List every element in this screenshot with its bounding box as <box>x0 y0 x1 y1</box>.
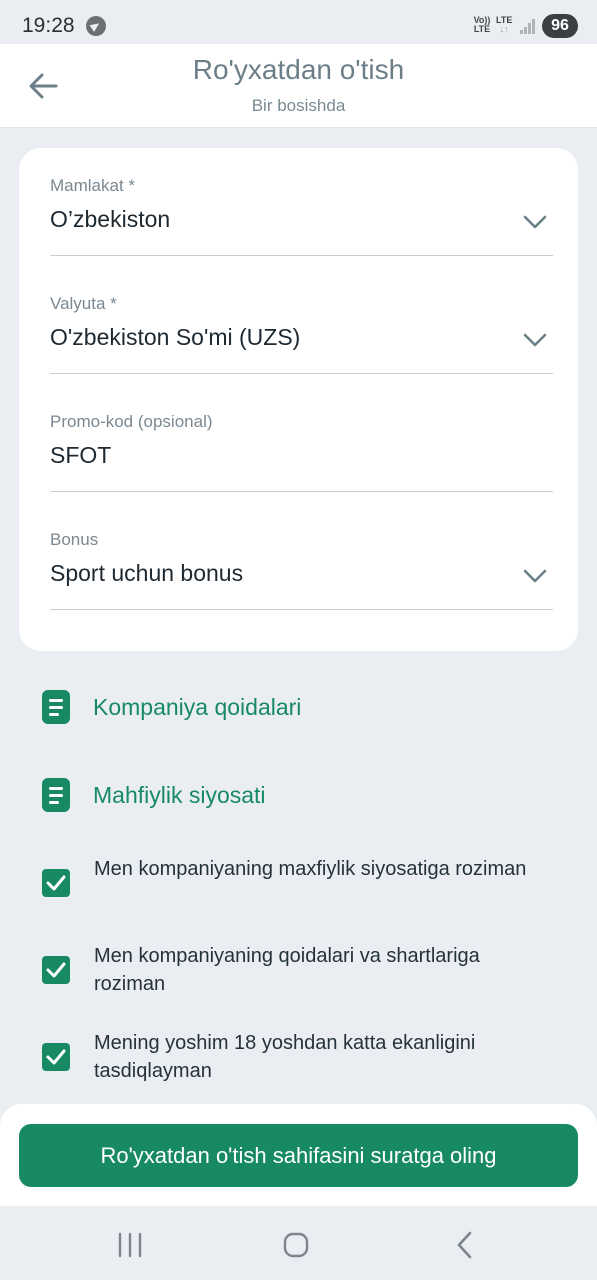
chevron-down-icon <box>523 333 547 347</box>
system-navigation-bar <box>0 1206 597 1280</box>
chevron-down-icon <box>523 215 547 229</box>
checkmark-icon <box>46 1049 66 1065</box>
agree-privacy-text: Men kompaniyaning maxfiylik siyosatiga r… <box>94 858 527 880</box>
recent-apps-button[interactable] <box>115 1230 145 1260</box>
page-title: Ro'yxatdan o'tish <box>192 54 405 85</box>
document-icon <box>42 778 70 812</box>
page-subtitle: Bir bosishda <box>251 96 346 115</box>
currency-value: O'zbekiston So'mi (UZS) <box>50 324 301 350</box>
country-value: O’zbekiston <box>50 206 171 232</box>
navigation-status-icon <box>86 16 106 36</box>
data-arrows-icon: ↓↑ <box>499 24 509 34</box>
privacy-policy-label: Mahfiylik siyosati <box>93 782 266 808</box>
country-select[interactable]: Mamlakat * O’zbekiston <box>50 176 553 256</box>
bonus-value: Sport uchun bonus <box>50 560 244 586</box>
currency-select[interactable]: Valyuta * O'zbekiston So'mi (UZS) <box>50 294 553 374</box>
bonus-label: Bonus <box>50 530 99 549</box>
country-label: Mamlakat * <box>50 176 136 195</box>
recent-apps-icon <box>118 1232 142 1258</box>
checkmark-icon <box>46 875 66 891</box>
signal-icon <box>520 18 538 34</box>
agree-terms-checkbox[interactable] <box>42 956 70 984</box>
checkmark-icon <box>46 962 66 978</box>
document-icon <box>42 690 70 724</box>
home-icon <box>283 1232 309 1258</box>
registration-form-card: Mamlakat * O’zbekiston Valyuta * O'zbeki… <box>19 148 578 651</box>
app-header: Ro'yxatdan o'tish Bir bosishda <box>0 44 597 128</box>
currency-label: Valyuta * <box>50 294 117 313</box>
company-rules-link[interactable]: Kompaniya qoidalari <box>42 688 562 728</box>
bottom-action-panel: Ro'yxatdan o'tish sahifasini suratga oli… <box>0 1104 597 1206</box>
bonus-select[interactable]: Bonus Sport uchun bonus <box>50 530 553 610</box>
home-button[interactable] <box>281 1230 311 1260</box>
status-time: 19:28 <box>22 14 75 37</box>
agree-terms-text: Men kompaniyaning qoidalari va shartlari… <box>94 945 480 995</box>
agree-privacy-row[interactable]: Men kompaniyaning maxfiylik siyosatiga r… <box>42 855 562 915</box>
volte-label: Vo)) LTE <box>473 15 491 34</box>
lte-indicator: LTE ↓↑ <box>496 16 512 34</box>
chevron-down-icon <box>523 569 547 583</box>
back-nav-button[interactable] <box>450 1230 480 1260</box>
privacy-policy-link[interactable]: Mahfiylik siyosati <box>42 776 562 816</box>
company-rules-label: Kompaniya qoidalari <box>93 694 302 720</box>
status-bar: 19:28 Vo)) LTE LTE ↓↑ 96 <box>0 0 597 44</box>
confirm-age-row[interactable]: Mening yoshim 18 yoshdan katta ekanligin… <box>42 1029 562 1089</box>
promo-code-value: SFOT <box>50 442 112 468</box>
confirm-age-text: Mening yoshim 18 yoshdan katta ekanligin… <box>94 1032 476 1082</box>
volte-indicator: Vo)) LTE <box>472 16 492 34</box>
screenshot-registration-button[interactable]: Ro'yxatdan o'tish sahifasini suratga oli… <box>19 1124 578 1187</box>
chevron-left-icon <box>457 1231 472 1259</box>
agree-privacy-checkbox[interactable] <box>42 869 70 897</box>
confirm-age-checkbox[interactable] <box>42 1043 70 1071</box>
promo-code-field[interactable]: Promo-kod (opsional) SFOT <box>50 412 553 492</box>
agree-terms-row[interactable]: Men kompaniyaning qoidalari va shartlari… <box>42 942 562 1002</box>
promo-code-label: Promo-kod (opsional) <box>50 412 213 431</box>
battery-indicator: 96 <box>542 14 578 38</box>
